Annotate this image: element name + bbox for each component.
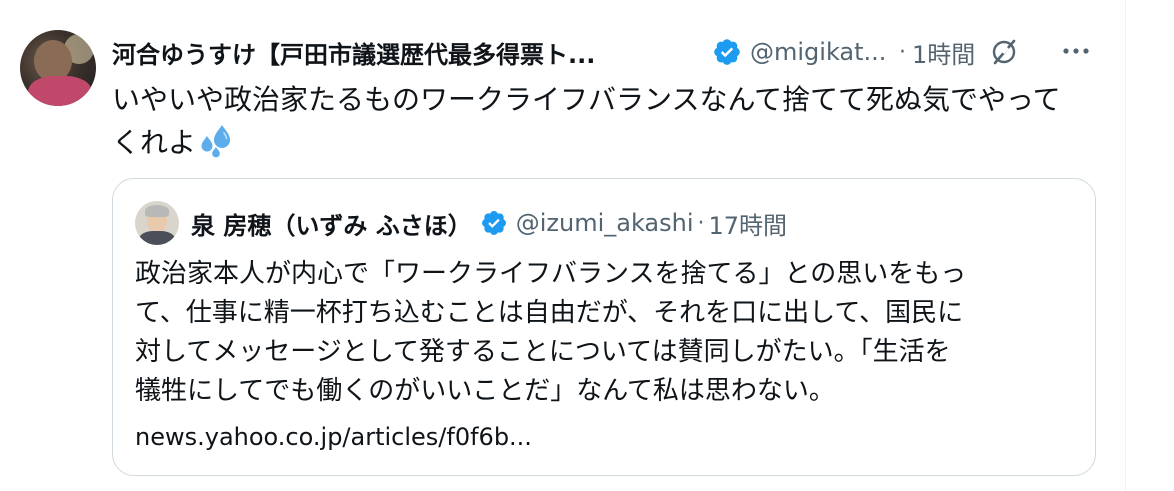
quoted-text-line: 対してメッセージとして発することについては賛同しがたい。「生活を	[135, 337, 951, 367]
quoted-post[interactable]: 泉 房穂（いずみ ふさほ） @izumi_akashi · 17時間 政治家本人…	[112, 178, 1096, 476]
sweat-droplets-icon	[201, 125, 231, 158]
quoted-avatar[interactable]	[135, 201, 179, 245]
quoted-text-line: 犠牲にしてでも働くのがいいことだ」なんて私は思わない。	[135, 376, 835, 406]
quoted-author-handle[interactable]: @izumi_akashi	[516, 209, 694, 237]
verified-badge-icon[interactable]	[480, 209, 508, 237]
column-divider	[1125, 0, 1126, 491]
separator-dot: ·	[697, 210, 705, 236]
quoted-text-line: 政治家本人が内心で「ワークライフバランスを捨てる」との思いをもっ	[135, 259, 967, 289]
post-text-line-2: くれよ	[112, 126, 197, 159]
author-handle[interactable]: @migikat...	[750, 38, 895, 66]
more-icon[interactable]	[1058, 36, 1094, 66]
quoted-text: 政治家本人が内心で「ワークライフバランスを捨てる」との思いをもっ て、仕事に精一…	[135, 255, 1075, 411]
tweet[interactable]: 河合ゆうすけ【戸田市議選歴代最多得票ト... @migikat... · 1時間…	[0, 0, 1125, 491]
post-time[interactable]: 1時間	[912, 35, 975, 70]
quoted-header: 泉 房穂（いずみ ふさほ） @izumi_akashi · 17時間	[191, 205, 787, 241]
post-text-line-1: いやいや政治家たるものワークライフバランスなんて捨てて死ぬ気でやって	[112, 83, 1061, 116]
separator-dot: ·	[899, 39, 906, 65]
avatar[interactable]	[20, 30, 96, 106]
post-text: いやいや政治家たるものワークライフバランスなんて捨てて死ぬ気でやって くれよ	[112, 78, 1102, 164]
quoted-text-line: て、仕事に精一杯打ち込むことは自由だが、それを口に出して、国民に	[135, 298, 964, 328]
quoted-post-time[interactable]: 17時間	[709, 206, 788, 241]
quoted-author-name[interactable]: 泉 房穂（いずみ ふさほ）	[191, 206, 472, 241]
grok-icon[interactable]	[989, 37, 1019, 67]
verified-badge-icon[interactable]	[712, 37, 742, 67]
author-name[interactable]: 河合ゆうすけ【戸田市議選歴代最多得票ト...	[112, 35, 704, 70]
quoted-link[interactable]: news.yahoo.co.jp/articles/f0f6b...	[135, 419, 532, 455]
tweet-header: 河合ゆうすけ【戸田市議選歴代最多得票ト... @migikat... · 1時間	[112, 30, 1019, 74]
